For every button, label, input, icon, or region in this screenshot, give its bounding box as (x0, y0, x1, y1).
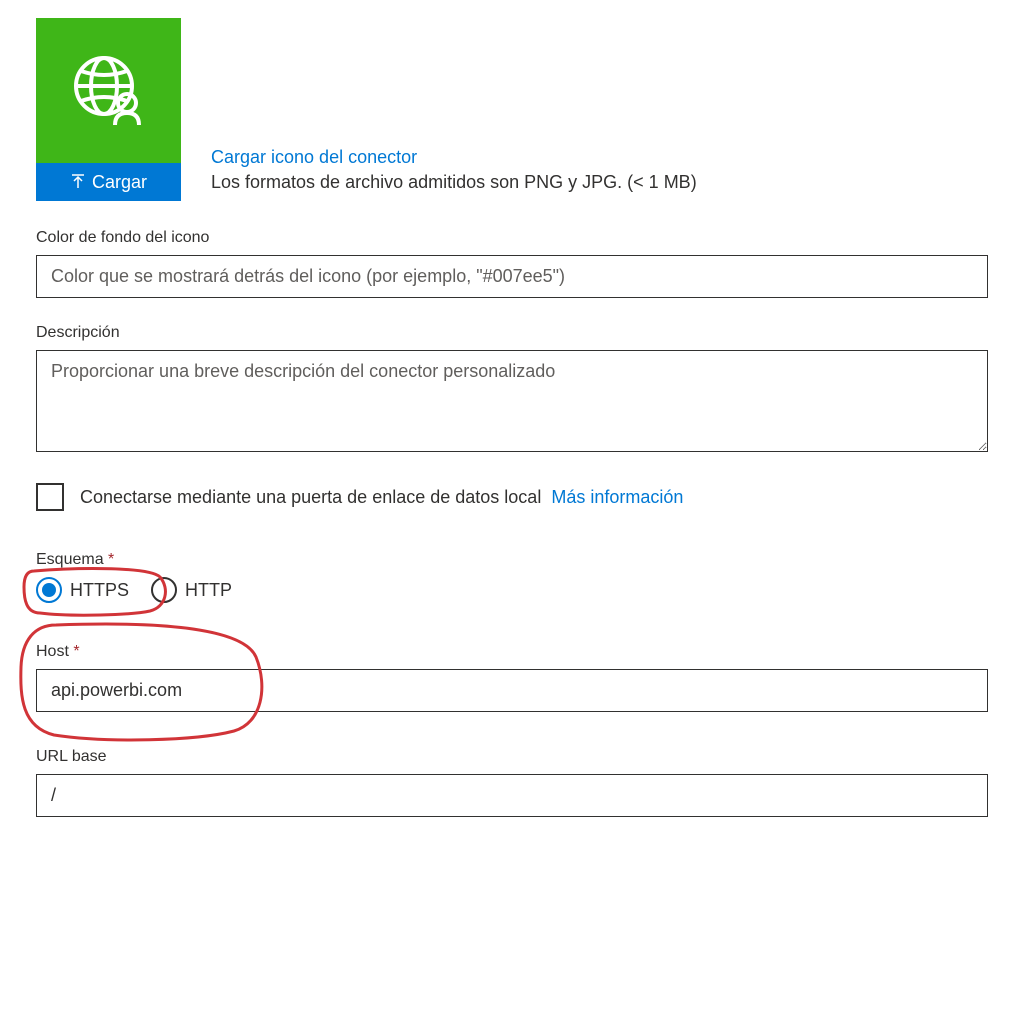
url-base-label: URL base (36, 748, 988, 766)
radio-label-https: HTTPS (70, 580, 129, 601)
scheme-field: Esquema * HTTPS HTTP (36, 551, 988, 603)
background-color-input[interactable] (36, 255, 988, 298)
background-color-field: Color de fondo del icono (36, 229, 988, 298)
gateway-checkbox[interactable] (36, 483, 64, 511)
upload-icon (70, 174, 86, 190)
globe-user-icon (69, 51, 149, 131)
url-base-field: URL base (36, 748, 988, 817)
scheme-radio-https[interactable]: HTTPS (36, 577, 129, 603)
scheme-radio-group: HTTPS HTTP (36, 577, 988, 603)
background-color-label: Color de fondo del icono (36, 229, 988, 247)
gateway-checkbox-label: Conectarse mediante una puerta de enlace… (80, 487, 541, 507)
required-asterisk: * (73, 643, 79, 660)
scheme-radio-http[interactable]: HTTP (151, 577, 232, 603)
radio-icon (151, 577, 177, 603)
upload-formats-text: Los formatos de archivo admitidos son PN… (211, 172, 697, 193)
url-base-input[interactable] (36, 774, 988, 817)
gateway-checkbox-row: Conectarse mediante una puerta de enlace… (36, 483, 988, 511)
upload-link[interactable]: Cargar icono del conector (211, 147, 697, 168)
icon-tile-wrap: Cargar (36, 18, 181, 201)
gateway-checkbox-text: Conectarse mediante una puerta de enlace… (80, 487, 683, 508)
description-label: Descripción (36, 324, 988, 342)
upload-button[interactable]: Cargar (36, 163, 181, 201)
radio-icon (36, 577, 62, 603)
upload-button-label: Cargar (92, 172, 147, 193)
host-label: Host * (36, 643, 988, 661)
required-asterisk: * (108, 551, 114, 568)
upload-info: Cargar icono del conector Los formatos d… (211, 147, 697, 201)
connector-icon-tile (36, 18, 181, 163)
description-textarea[interactable] (36, 350, 988, 452)
more-info-link[interactable]: Más información (551, 487, 683, 507)
description-field: Descripción (36, 324, 988, 457)
host-field: Host * (36, 643, 988, 712)
scheme-label: Esquema * (36, 551, 988, 569)
icon-upload-section: Cargar Cargar icono del conector Los for… (36, 18, 988, 201)
host-input[interactable] (36, 669, 988, 712)
radio-label-http: HTTP (185, 580, 232, 601)
